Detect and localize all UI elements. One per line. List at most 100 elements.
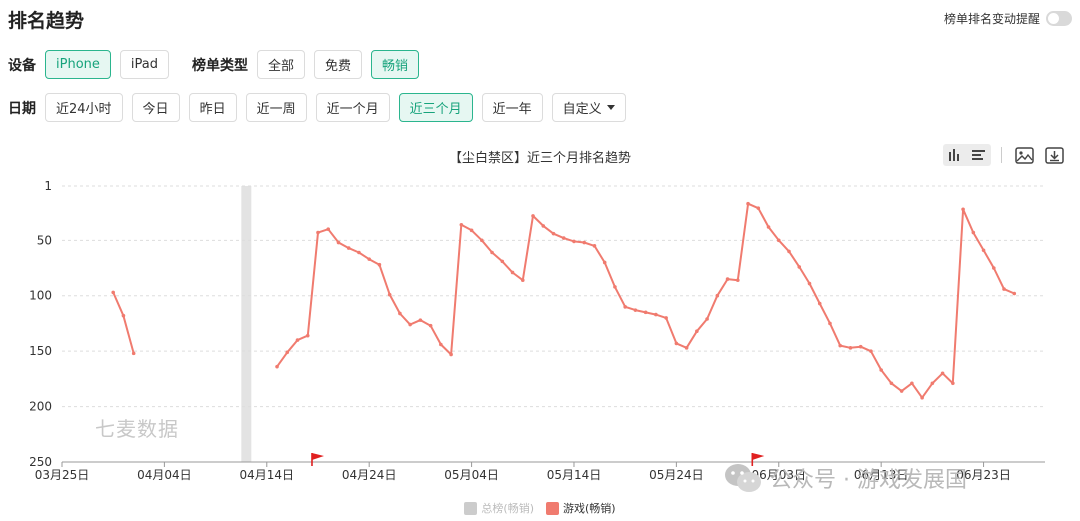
date-chip-year[interactable]: 近一年 xyxy=(481,93,543,122)
data-point[interactable] xyxy=(459,222,464,227)
chart-title: 【尘白禁区】近三个月排名趋势 xyxy=(448,151,631,166)
data-point[interactable] xyxy=(766,225,771,229)
data-point[interactable] xyxy=(408,322,412,327)
data-point[interactable] xyxy=(582,240,587,245)
data-point[interactable] xyxy=(613,285,617,289)
data-point[interactable] xyxy=(664,316,668,320)
date-label: 日期 xyxy=(8,100,36,117)
data-point[interactable] xyxy=(1002,287,1006,291)
chart-type-chip-free[interactable]: 免费 xyxy=(314,50,363,79)
data-point[interactable] xyxy=(111,290,115,295)
date-chip-week[interactable]: 近一周 xyxy=(245,93,307,122)
data-point[interactable] xyxy=(715,293,720,298)
data-point[interactable] xyxy=(572,239,576,244)
data-point[interactable] xyxy=(285,350,290,355)
data-point[interactable] xyxy=(899,389,904,393)
data-point[interactable] xyxy=(981,248,986,253)
data-point[interactable] xyxy=(1012,291,1017,296)
data-point[interactable] xyxy=(858,344,863,349)
data-point[interactable] xyxy=(480,238,484,243)
data-point[interactable] xyxy=(940,371,945,376)
data-point[interactable] xyxy=(418,318,423,322)
data-point[interactable] xyxy=(326,227,331,232)
data-point[interactable] xyxy=(910,381,914,386)
data-point[interactable] xyxy=(121,313,126,318)
data-point[interactable] xyxy=(961,207,965,212)
data-point[interactable] xyxy=(736,278,740,283)
rank-alert-toggle[interactable] xyxy=(1046,11,1072,26)
data-point[interactable] xyxy=(787,249,791,254)
data-point[interactable] xyxy=(510,270,515,275)
data-point[interactable] xyxy=(531,214,535,218)
data-point[interactable] xyxy=(367,257,371,261)
data-point[interactable] xyxy=(346,246,351,250)
data-point[interactable] xyxy=(746,201,750,206)
data-point[interactable] xyxy=(889,381,894,386)
device-chip-ipad[interactable]: iPad xyxy=(119,50,169,79)
data-point[interactable] xyxy=(971,230,976,235)
data-point[interactable] xyxy=(828,321,832,326)
chart-type-chip-grossing[interactable]: 畅销 xyxy=(371,50,420,79)
data-point[interactable] xyxy=(500,259,505,264)
image-export-icon[interactable] xyxy=(1012,144,1036,166)
device-chip-iphone[interactable]: iPhone xyxy=(45,50,111,79)
data-point[interactable] xyxy=(449,352,453,357)
data-point[interactable] xyxy=(428,323,433,328)
data-point[interactable] xyxy=(807,281,812,286)
chart-type-chip-all[interactable]: 全部 xyxy=(256,50,305,79)
data-point[interactable] xyxy=(469,228,474,233)
data-point[interactable] xyxy=(992,266,996,270)
data-point[interactable] xyxy=(398,311,402,316)
data-point[interactable] xyxy=(439,342,443,347)
bar-chart-icon[interactable] xyxy=(943,144,967,166)
data-point[interactable] xyxy=(848,346,853,350)
data-point[interactable] xyxy=(387,292,392,297)
data-point[interactable] xyxy=(295,338,300,342)
list-view-icon[interactable] xyxy=(967,144,991,166)
data-point[interactable] xyxy=(920,395,924,400)
data-point[interactable] xyxy=(643,310,648,315)
data-point[interactable] xyxy=(623,305,627,309)
data-point[interactable] xyxy=(695,329,699,334)
data-point[interactable] xyxy=(879,368,883,372)
data-point[interactable] xyxy=(592,244,597,248)
data-point[interactable] xyxy=(797,265,802,269)
flag-icon[interactable] xyxy=(311,453,324,460)
data-point[interactable] xyxy=(561,236,566,240)
data-point[interactable] xyxy=(930,381,935,386)
data-point[interactable] xyxy=(357,250,361,255)
data-point[interactable] xyxy=(817,301,822,306)
data-point[interactable] xyxy=(541,224,546,228)
flag-icon[interactable] xyxy=(752,453,765,460)
data-point[interactable] xyxy=(377,262,382,267)
data-point[interactable] xyxy=(305,333,310,338)
data-point[interactable] xyxy=(633,308,638,312)
data-point[interactable] xyxy=(490,250,494,255)
date-chip-today[interactable]: 今日 xyxy=(131,93,180,122)
date-chip-24h[interactable]: 近24小时 xyxy=(45,93,123,122)
data-point[interactable] xyxy=(869,349,873,353)
date-chip-yesterday[interactable]: 昨日 xyxy=(188,93,237,122)
data-point[interactable] xyxy=(756,206,761,210)
data-point[interactable] xyxy=(316,230,320,235)
data-point[interactable] xyxy=(838,343,843,348)
data-point[interactable] xyxy=(551,231,556,236)
data-point[interactable] xyxy=(275,364,279,369)
legend-item-game[interactable]: 游戏(畅销) xyxy=(546,500,616,516)
download-icon[interactable] xyxy=(1042,144,1066,166)
data-point[interactable] xyxy=(684,346,689,350)
data-point[interactable] xyxy=(336,240,341,245)
data-point[interactable] xyxy=(602,260,607,265)
date-chip-month[interactable]: 近一个月 xyxy=(315,93,390,122)
data-point[interactable] xyxy=(131,351,136,356)
data-point[interactable] xyxy=(776,238,781,243)
data-point[interactable] xyxy=(520,278,525,283)
data-point[interactable] xyxy=(951,381,955,386)
data-point[interactable] xyxy=(674,341,679,346)
date-custom-dropdown[interactable]: 自定义 xyxy=(551,93,626,122)
data-point[interactable] xyxy=(705,317,709,321)
data-point[interactable] xyxy=(654,312,658,317)
date-chip-three-months[interactable]: 近三个月 xyxy=(398,93,473,122)
legend-item-total[interactable]: 总榜(畅销) xyxy=(464,500,534,516)
data-point[interactable] xyxy=(725,277,730,281)
